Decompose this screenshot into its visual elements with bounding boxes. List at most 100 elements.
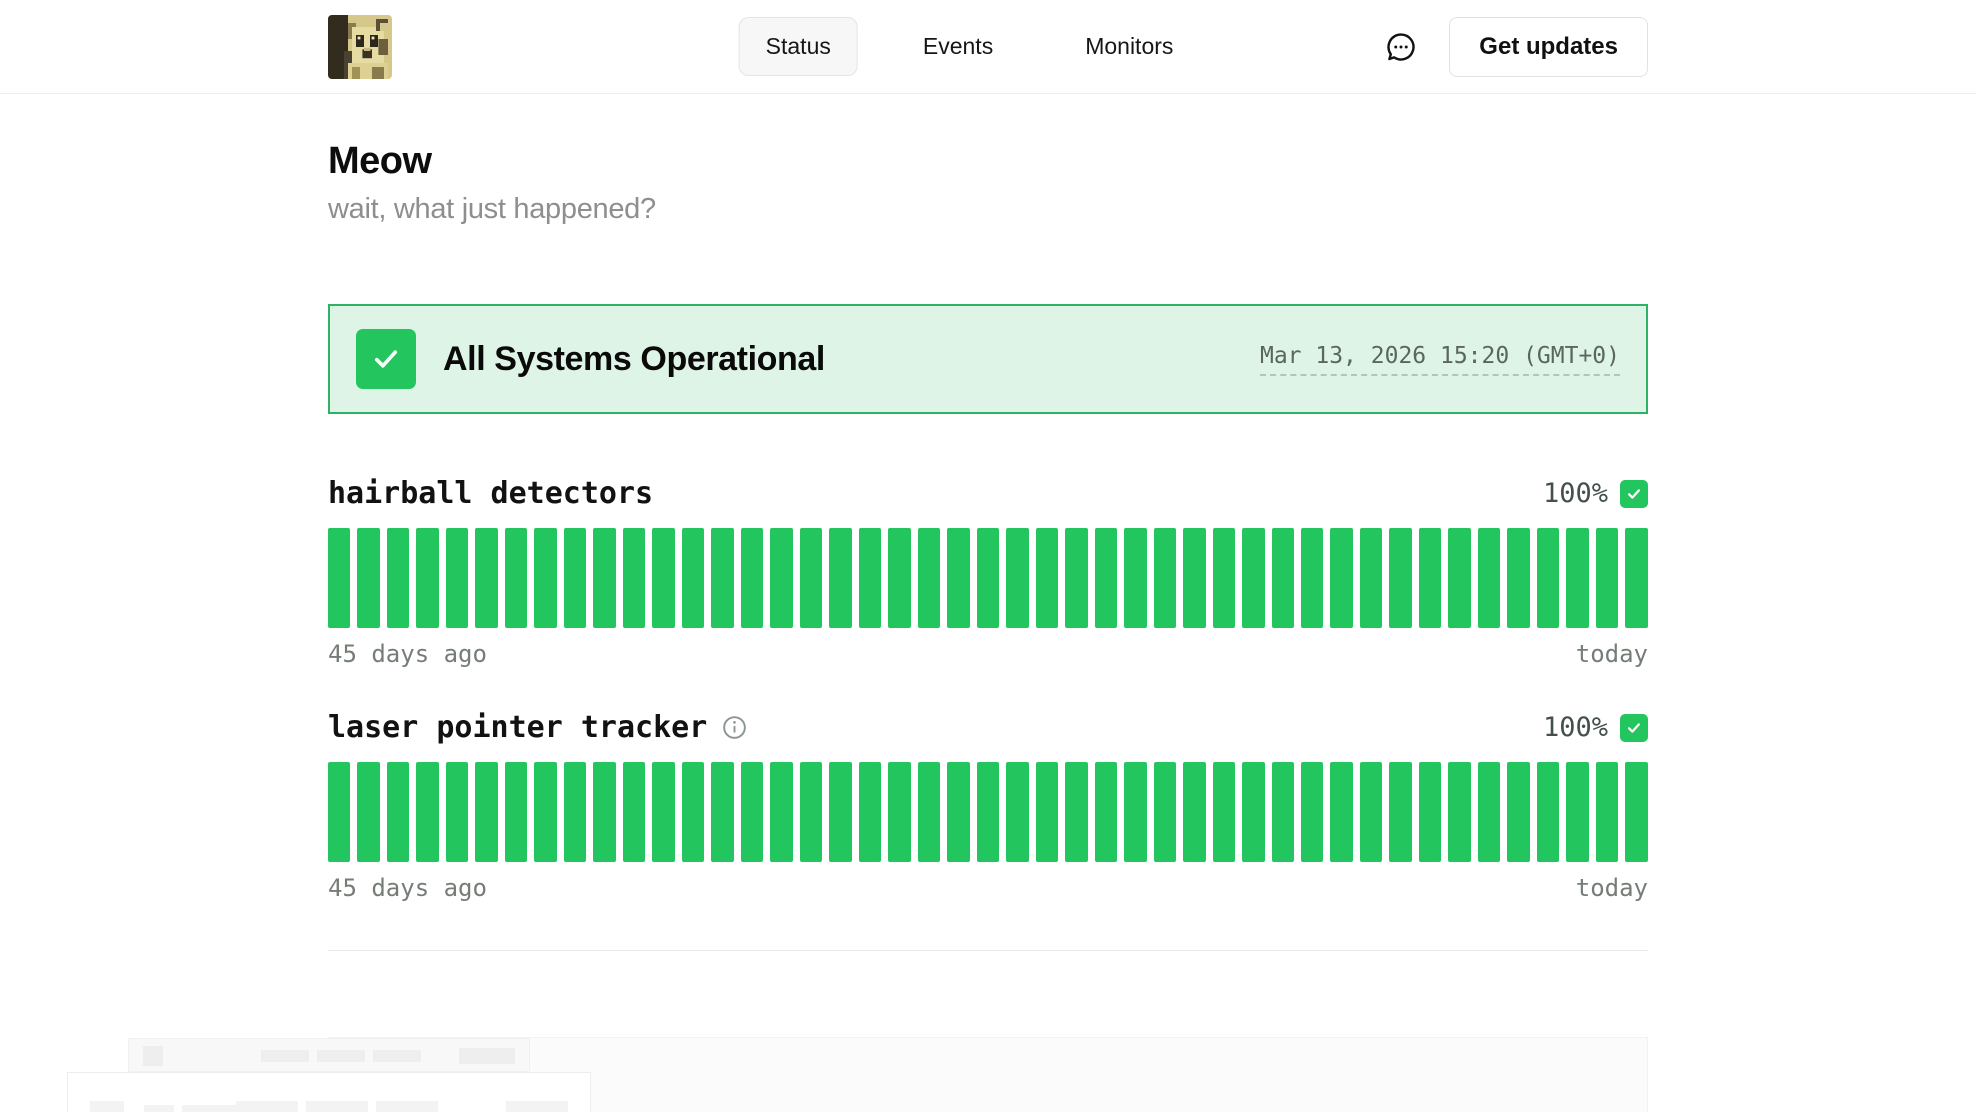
page-subtitle: wait, what just happened? <box>328 193 1648 226</box>
uptime-day-bar[interactable] <box>1478 528 1500 628</box>
uptime-day-bar[interactable] <box>1124 762 1146 862</box>
uptime-day-bar[interactable] <box>1183 762 1205 862</box>
info-icon[interactable] <box>721 714 748 741</box>
uptime-day-bar[interactable] <box>446 528 468 628</box>
uptime-day-bar[interactable] <box>918 762 940 862</box>
uptime-day-bar[interactable] <box>1596 762 1618 862</box>
uptime-day-bar[interactable] <box>1419 528 1441 628</box>
uptime-day-bar[interactable] <box>1301 762 1323 862</box>
uptime-day-bar[interactable] <box>652 762 674 862</box>
uptime-day-bar[interactable] <box>1154 762 1176 862</box>
uptime-day-bar[interactable] <box>1507 762 1529 862</box>
uptime-day-bar[interactable] <box>1448 528 1470 628</box>
uptime-day-bar[interactable] <box>652 528 674 628</box>
uptime-day-bar[interactable] <box>1272 762 1294 862</box>
uptime-day-bar[interactable] <box>564 528 586 628</box>
uptime-day-bar[interactable] <box>1154 528 1176 628</box>
uptime-day-bar[interactable] <box>1242 762 1264 862</box>
uptime-day-bar[interactable] <box>800 528 822 628</box>
shocked-cat-logo[interactable] <box>328 15 392 79</box>
uptime-day-bar[interactable] <box>475 762 497 862</box>
uptime-day-bar[interactable] <box>1625 528 1647 628</box>
uptime-day-bar[interactable] <box>623 528 645 628</box>
uptime-day-bar[interactable] <box>918 528 940 628</box>
uptime-day-bar[interactable] <box>1006 528 1028 628</box>
uptime-day-bar[interactable] <box>859 528 881 628</box>
uptime-day-bar[interactable] <box>682 528 704 628</box>
uptime-day-bar[interactable] <box>1213 528 1235 628</box>
uptime-day-bar[interactable] <box>800 762 822 862</box>
uptime-day-bar[interactable] <box>888 762 910 862</box>
tab-monitors[interactable]: Monitors <box>1058 17 1200 76</box>
tab-events[interactable]: Events <box>896 17 1020 76</box>
range-start-label: 45 days ago <box>328 874 487 902</box>
uptime-day-bar[interactable] <box>1065 528 1087 628</box>
uptime-day-bar[interactable] <box>328 762 350 862</box>
uptime-day-bar[interactable] <box>1036 762 1058 862</box>
uptime-day-bar[interactable] <box>1537 762 1559 862</box>
get-updates-button[interactable]: Get updates <box>1449 17 1648 77</box>
uptime-day-bar[interactable] <box>1330 762 1352 862</box>
uptime-day-bar[interactable] <box>1419 762 1441 862</box>
uptime-day-bar[interactable] <box>1006 762 1028 862</box>
uptime-day-bar[interactable] <box>623 762 645 862</box>
uptime-day-bar[interactable] <box>1242 528 1264 628</box>
uptime-day-bar[interactable] <box>505 528 527 628</box>
feedback-chat-button[interactable] <box>1383 29 1419 65</box>
banner-timestamp[interactable]: Mar 13, 2026 15:20 (GMT+0) <box>1260 343 1620 376</box>
uptime-day-bar[interactable] <box>1036 528 1058 628</box>
uptime-day-bar[interactable] <box>534 762 556 862</box>
uptime-day-bar[interactable] <box>977 762 999 862</box>
uptime-day-bar[interactable] <box>1272 528 1294 628</box>
uptime-day-bar[interactable] <box>770 528 792 628</box>
uptime-day-bar[interactable] <box>947 762 969 862</box>
uptime-day-bar[interactable] <box>1065 762 1087 862</box>
uptime-day-bar[interactable] <box>1213 762 1235 862</box>
uptime-day-bar[interactable] <box>741 762 763 862</box>
uptime-day-bar[interactable] <box>1183 528 1205 628</box>
uptime-day-bar[interactable] <box>888 528 910 628</box>
uptime-day-bar[interactable] <box>416 762 438 862</box>
uptime-day-bar[interactable] <box>475 528 497 628</box>
uptime-day-bar[interactable] <box>1389 528 1411 628</box>
uptime-day-bar[interactable] <box>947 528 969 628</box>
uptime-day-bar[interactable] <box>1389 762 1411 862</box>
uptime-day-bar[interactable] <box>387 528 409 628</box>
uptime-day-bar[interactable] <box>711 762 733 862</box>
uptime-day-bar[interactable] <box>1095 762 1117 862</box>
uptime-day-bar[interactable] <box>1360 762 1382 862</box>
uptime-day-bar[interactable] <box>564 762 586 862</box>
uptime-day-bar[interactable] <box>1566 762 1588 862</box>
uptime-day-bar[interactable] <box>829 528 851 628</box>
uptime-day-bar[interactable] <box>505 762 527 862</box>
uptime-day-bar[interactable] <box>859 762 881 862</box>
uptime-day-bar[interactable] <box>593 762 615 862</box>
uptime-day-bar[interactable] <box>1124 528 1146 628</box>
uptime-day-bar[interactable] <box>1625 762 1647 862</box>
uptime-day-bar[interactable] <box>711 528 733 628</box>
uptime-day-bar[interactable] <box>357 762 379 862</box>
uptime-day-bar[interactable] <box>1596 528 1618 628</box>
uptime-day-bar[interactable] <box>328 528 350 628</box>
uptime-day-bar[interactable] <box>387 762 409 862</box>
uptime-day-bar[interactable] <box>682 762 704 862</box>
uptime-day-bar[interactable] <box>1360 528 1382 628</box>
uptime-day-bar[interactable] <box>593 528 615 628</box>
uptime-day-bar[interactable] <box>1448 762 1470 862</box>
uptime-day-bar[interactable] <box>1301 528 1323 628</box>
uptime-day-bar[interactable] <box>1537 528 1559 628</box>
uptime-day-bar[interactable] <box>829 762 851 862</box>
uptime-day-bar[interactable] <box>1507 528 1529 628</box>
uptime-day-bar[interactable] <box>416 528 438 628</box>
uptime-day-bar[interactable] <box>770 762 792 862</box>
tab-status[interactable]: Status <box>739 17 858 76</box>
uptime-day-bar[interactable] <box>446 762 468 862</box>
uptime-day-bar[interactable] <box>1095 528 1117 628</box>
uptime-day-bar[interactable] <box>741 528 763 628</box>
uptime-day-bar[interactable] <box>1478 762 1500 862</box>
uptime-day-bar[interactable] <box>1330 528 1352 628</box>
uptime-day-bar[interactable] <box>977 528 999 628</box>
uptime-day-bar[interactable] <box>1566 528 1588 628</box>
uptime-day-bar[interactable] <box>357 528 379 628</box>
uptime-day-bar[interactable] <box>534 528 556 628</box>
